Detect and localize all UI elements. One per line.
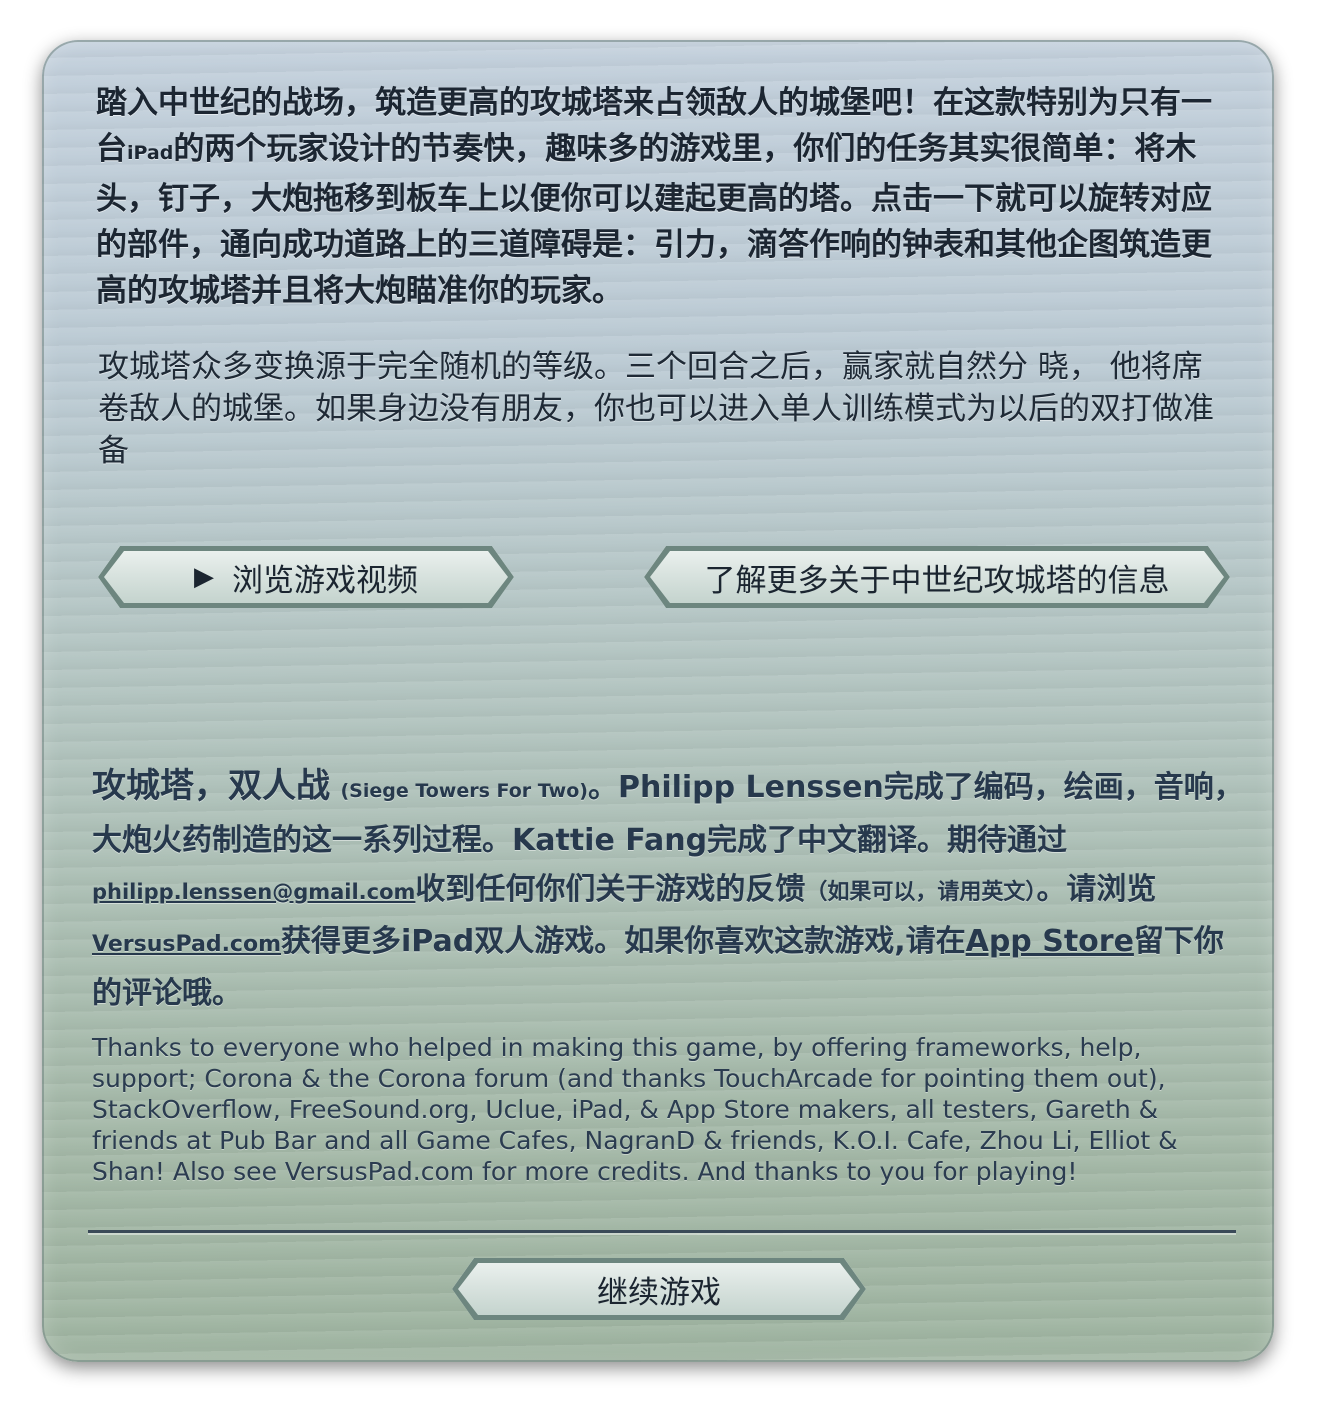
intro-description-bold: 踏入中世纪的战场，筑造更高的攻城塔来占领敌人的城堡吧！在这款特别为只有一台iPa… — [96, 80, 1226, 314]
versuspad-link[interactable]: VersusPad.com — [92, 932, 281, 957]
game-title-english: (Siege Towers For Two) — [340, 780, 588, 802]
thanks-text: Thanks to everyone who helped in making … — [92, 1033, 1178, 1186]
continue-game-label: 继续游戏 — [597, 1274, 721, 1311]
more-info-label: 了解更多关于中世纪攻城塔的信息 — [704, 562, 1170, 599]
watch-video-label: 浏览游戏视频 — [232, 562, 418, 599]
divider — [88, 1230, 1236, 1233]
more-info-button[interactable]: 了解更多关于中世纪攻城塔的信息 — [644, 546, 1230, 608]
watch-video-button[interactable]: ▶ 浏览游戏视频 — [98, 546, 514, 608]
play-icon: ▶ — [194, 562, 214, 592]
app-store-link[interactable]: App Store — [966, 924, 1134, 959]
credits-panel: 踏入中世纪的战场，筑造更高的攻城塔来占领敌人的城堡吧！在这款特别为只有一台iPa… — [42, 40, 1274, 1362]
credits-english-note: （如果可以，请用英文） — [805, 880, 1037, 905]
credits-sentence-2: 收到任何你们关于游戏的反馈 — [415, 872, 806, 907]
email-link[interactable]: philipp.lenssen@gmail.com — [92, 880, 415, 904]
continue-game-button[interactable]: 继续游戏 — [452, 1258, 866, 1320]
intro-description-regular: 攻城塔众多变换源于完全随机的等级。三个回合之后，赢家就自然分 晓， 他将席卷敌人… — [98, 349, 1214, 469]
game-title: 攻城塔，双人战 — [92, 766, 330, 806]
credits-sentence-4: 获得更多iPad双人游戏。如果你喜欢这款游戏,请在 — [281, 924, 966, 959]
intro-text-part2: 的两个玩家设计的节奏快，趣味多的游戏里，你们的任务其实很简单：将木头，钉子，大炮… — [96, 131, 1212, 309]
credits-sentence-3: 。请浏览 — [1036, 872, 1157, 907]
credits-text: 攻城塔，双人战 (Siege Towers For Two)。Philipp L… — [92, 762, 1252, 1018]
intro-ipad-text: iPad — [127, 142, 174, 164]
